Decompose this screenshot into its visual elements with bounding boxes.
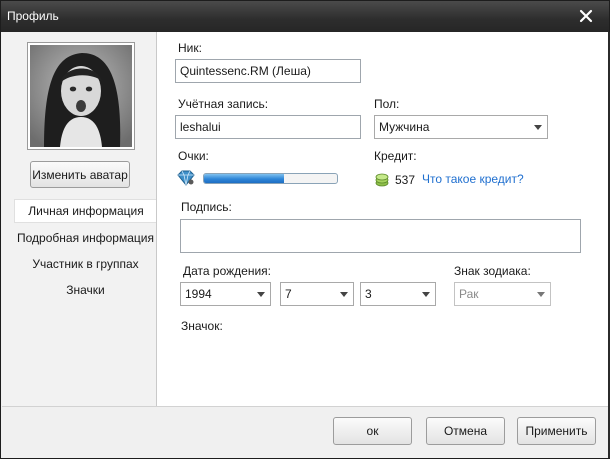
birth-year-value: 1994 <box>185 287 212 301</box>
nick-field[interactable] <box>175 59 361 83</box>
close-icon[interactable] <box>577 7 595 25</box>
sidebar: Изменить аватар Личная информация Подроб… <box>2 32 157 406</box>
chevron-down-icon <box>335 291 353 297</box>
avatar <box>27 42 135 150</box>
title-bar[interactable]: Профиль <box>1 1 609 32</box>
sidebar-item-personal-info[interactable]: Личная информация <box>14 199 157 223</box>
ok-button[interactable]: ок <box>333 417 412 445</box>
account-field[interactable] <box>175 115 361 139</box>
birth-month-value: 7 <box>285 287 292 301</box>
nick-label: Ник: <box>178 41 202 55</box>
birth-month-select[interactable]: 7 <box>280 282 354 306</box>
points-label: Очки: <box>178 149 209 163</box>
dialog-footer: ок Отмена Применить <box>2 406 608 458</box>
birth-day-select[interactable]: 3 <box>360 282 436 306</box>
birthdate-label: Дата рождения: <box>183 264 271 278</box>
window-title: Профиль <box>7 9 59 23</box>
profile-window: Профиль Изменить аватар Личная информаци… <box>0 0 610 459</box>
points-gem-icon <box>176 169 196 187</box>
birth-day-value: 3 <box>365 287 372 301</box>
apply-button[interactable]: Применить <box>517 417 596 445</box>
zodiac-label: Знак зодиака: <box>454 264 531 278</box>
sidebar-item-detailed-info[interactable]: Подробная информация <box>14 226 157 250</box>
zodiac-select: Рак <box>454 282 551 306</box>
points-progress-bar <box>203 173 338 184</box>
gender-value: Мужчина <box>379 120 430 134</box>
cancel-button[interactable]: Отмена <box>426 417 505 445</box>
change-avatar-button[interactable]: Изменить аватар <box>30 161 130 188</box>
signature-label: Подпись: <box>181 200 232 214</box>
zodiac-value: Рак <box>459 287 479 301</box>
gender-label: Пол: <box>374 97 400 111</box>
gender-select[interactable]: Мужчина <box>374 115 548 139</box>
signature-field[interactable] <box>180 219 581 253</box>
personal-info-panel: Ник: Учётная запись: Пол: Мужчина Очки: … <box>156 32 608 406</box>
birth-year-select[interactable]: 1994 <box>180 282 271 306</box>
credit-help-link[interactable]: Что такое кредит? <box>422 172 524 186</box>
chevron-down-icon <box>417 291 435 297</box>
chevron-down-icon <box>529 124 547 130</box>
credit-label: Кредит: <box>374 149 417 163</box>
badge-label: Значок: <box>181 319 223 333</box>
credit-value: 537 <box>395 173 416 187</box>
credit-coins-icon <box>374 171 390 187</box>
account-label: Учётная запись: <box>178 97 269 111</box>
sidebar-item-groups[interactable]: Участник в группах <box>14 252 157 276</box>
chevron-down-icon <box>532 291 550 297</box>
points-progress-fill <box>204 174 284 183</box>
chevron-down-icon <box>252 291 270 297</box>
sidebar-item-badges[interactable]: Значки <box>14 278 157 302</box>
